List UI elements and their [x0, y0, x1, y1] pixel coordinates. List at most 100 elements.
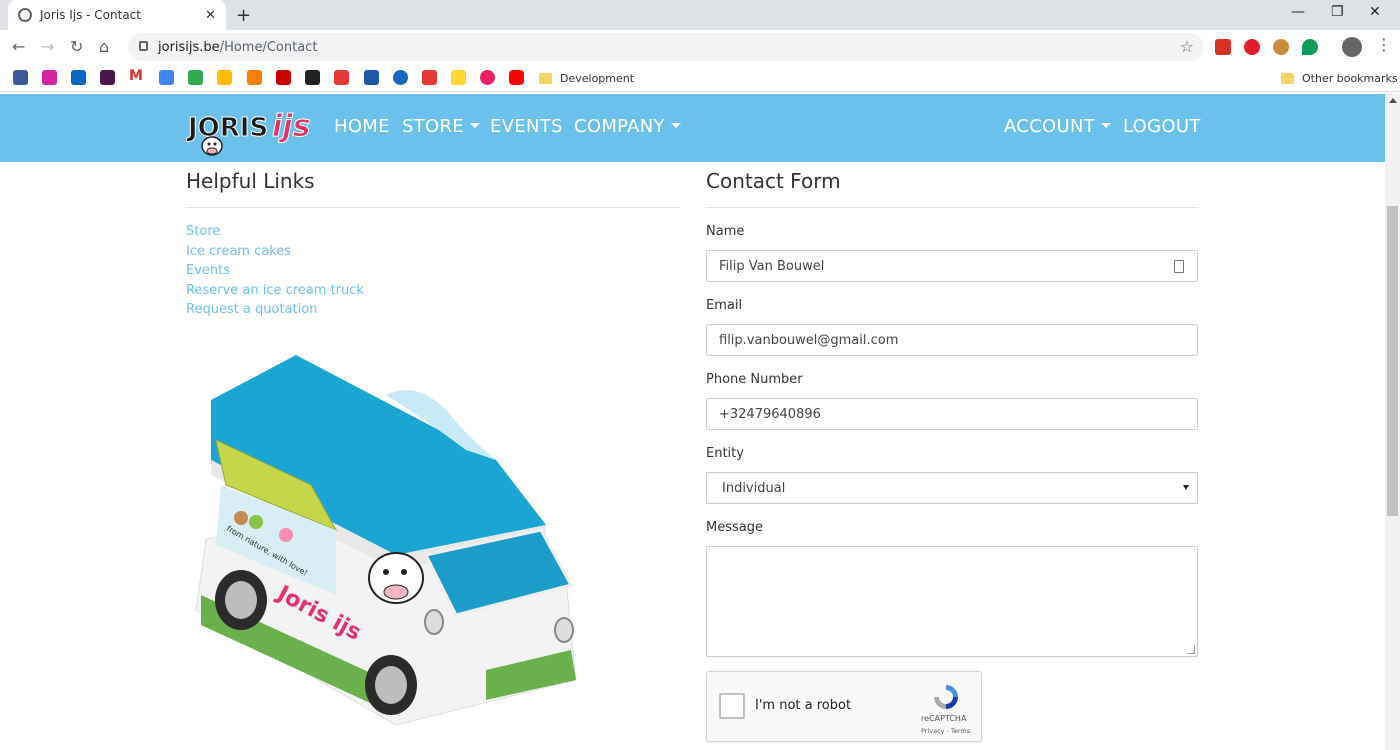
lock-icon	[139, 41, 148, 51]
message-label: Message	[706, 520, 763, 535]
forward-icon[interactable]: →	[41, 37, 54, 56]
tab-title: Joris Ijs - Contact	[40, 8, 141, 22]
link-store[interactable]: Store	[186, 224, 220, 239]
bookmark-icon[interactable]	[305, 70, 320, 85]
restore-icon[interactable]: ❐	[1331, 4, 1344, 20]
contact-form-title: Contact Form	[706, 169, 841, 193]
folder-label: Development	[560, 71, 635, 85]
email-label: Email	[706, 298, 743, 313]
link-ice-cream-cakes[interactable]: Ice cream cakes	[186, 244, 291, 259]
nav-account-label: ACCOUNT	[1004, 116, 1096, 137]
nav-store-label: STORE	[402, 116, 464, 137]
phone-label: Phone Number	[706, 372, 803, 387]
nav-home[interactable]: HOME	[334, 116, 390, 137]
close-tab-icon[interactable]: ✕	[205, 8, 216, 23]
bookmarks-bar: M Development Other bookmarks	[0, 64, 1400, 92]
scrollbar-thumb[interactable]	[1387, 206, 1398, 516]
ice-cream-truck-image: Joris ijs from nature, with love!	[195, 355, 577, 726]
bookmark-star-icon[interactable]: ☆	[1180, 37, 1194, 56]
browser-tab-bar: Joris Ijs - Contact ✕ + — ❐ ✕	[0, 0, 1400, 30]
chevron-down-icon	[670, 122, 681, 128]
browser-tab[interactable]: Joris Ijs - Contact ✕	[8, 0, 226, 30]
avatar[interactable]	[1342, 37, 1362, 57]
name-field[interactable]: Filip Van Bouwel	[706, 250, 1198, 282]
email-field[interactable]: filip.vanbouwel@gmail.com	[706, 324, 1198, 356]
name-label: Name	[706, 224, 745, 239]
entity-select[interactable]: Individual	[706, 472, 1198, 504]
svg-text:ijs: ijs	[272, 109, 310, 144]
entity-value: Individual	[722, 480, 786, 496]
divider	[706, 207, 1198, 208]
nav-company[interactable]: COMPANY	[574, 116, 681, 137]
extension-opera-icon[interactable]	[1244, 39, 1260, 55]
hln-icon[interactable]	[276, 70, 291, 85]
youtube-icon[interactable]	[509, 70, 524, 85]
nav-store[interactable]: STORE	[402, 116, 480, 137]
runner-icon[interactable]	[334, 70, 349, 85]
extension-cookie-icon[interactable]	[1273, 39, 1289, 55]
folder-icon	[1281, 72, 1294, 84]
slack-icon[interactable]	[100, 70, 115, 85]
globe-icon	[18, 8, 32, 22]
address-bar[interactable]: jorisijs.be/Home/Contact ☆	[128, 33, 1204, 61]
circle-app-icon[interactable]	[393, 70, 408, 85]
browser-toolbar: ← → ↻ ⌂ jorisijs.be/Home/Contact ☆ ⋮	[0, 30, 1400, 64]
facebook-icon[interactable]	[13, 70, 28, 85]
divider	[186, 207, 680, 208]
bookmark-folder-development[interactable]: Development	[539, 70, 634, 86]
nav-logout[interactable]: LOGOUT	[1123, 116, 1201, 137]
svg-text:JORIS: JORIS	[186, 113, 268, 143]
instagram-icon[interactable]	[42, 70, 57, 85]
bricks-icon[interactable]	[422, 70, 437, 85]
other-bookmarks[interactable]: Other bookmarks	[1281, 70, 1398, 86]
linkedin-icon[interactable]	[71, 70, 86, 85]
scroll-up-icon[interactable]	[1389, 98, 1397, 103]
nav-account[interactable]: ACCOUNT	[1004, 116, 1112, 137]
ship-icon[interactable]	[364, 70, 379, 85]
phone-field[interactable]: +32479640896	[706, 398, 1198, 430]
other-bookmarks-label: Other bookmarks	[1302, 71, 1398, 85]
nav-events[interactable]: EVENTS	[490, 116, 563, 137]
extension-mail-icon[interactable]	[1215, 39, 1231, 55]
chevron-down-icon	[469, 122, 480, 128]
recaptcha-brand: reCAPTCHA	[921, 714, 967, 723]
calendar-icon[interactable]	[159, 70, 174, 85]
resize-grip-icon[interactable]	[1187, 646, 1195, 654]
dropdown-arrow-icon	[1183, 485, 1189, 490]
url-path: /Home/Contact	[219, 39, 318, 55]
maps-icon[interactable]	[188, 70, 203, 85]
back-icon[interactable]: ←	[12, 37, 25, 56]
recaptcha-privacy-terms[interactable]: Privacy - Terms	[921, 727, 970, 735]
chevron-down-icon	[1101, 122, 1112, 128]
music-icon[interactable]	[480, 70, 495, 85]
new-tab-button[interactable]: +	[236, 5, 251, 26]
gmail-icon[interactable]: M	[129, 68, 144, 84]
menu-icon[interactable]: ⋮	[1376, 35, 1392, 54]
minimize-icon[interactable]: —	[1291, 4, 1305, 20]
link-request-quotation[interactable]: Request a quotation	[186, 302, 317, 317]
url-domain: jorisijs.be	[158, 39, 220, 55]
email-value: filip.vanbouwel@gmail.com	[719, 332, 899, 348]
recaptcha-checkbox[interactable]	[719, 693, 745, 719]
link-events[interactable]: Events	[186, 263, 230, 278]
name-value: Filip Van Bouwel	[719, 258, 825, 274]
link-reserve-truck[interactable]: Reserve an ice cream truck	[186, 283, 364, 298]
contact-card-icon[interactable]	[1174, 260, 1184, 273]
page-scrollbar[interactable]	[1385, 94, 1400, 750]
phone-value: +32479640896	[719, 406, 821, 422]
joris-ijs-logo[interactable]: JORIS ijs	[186, 100, 312, 160]
recaptcha-widget: I'm not a robot reCAPTCHA Privacy - Term…	[706, 671, 982, 742]
nav-company-label: COMPANY	[574, 116, 665, 137]
folder-icon	[539, 72, 552, 84]
close-window-icon[interactable]: ✕	[1369, 4, 1381, 20]
reload-icon[interactable]: ↻	[70, 37, 83, 56]
lego-icon[interactable]	[451, 70, 466, 85]
extension-evernote-icon[interactable]	[1302, 39, 1318, 55]
blogger-icon[interactable]	[247, 70, 262, 85]
message-textarea[interactable]	[706, 546, 1198, 657]
recaptcha-checkbox-label: I'm not a robot	[755, 698, 852, 713]
home-icon[interactable]: ⌂	[99, 37, 109, 56]
helpful-links-title: Helpful Links	[186, 169, 315, 193]
site-navbar: JORIS ijs HOME STORE EVENTS COMPANY ACCO…	[0, 94, 1385, 162]
drive-icon[interactable]	[217, 70, 232, 85]
